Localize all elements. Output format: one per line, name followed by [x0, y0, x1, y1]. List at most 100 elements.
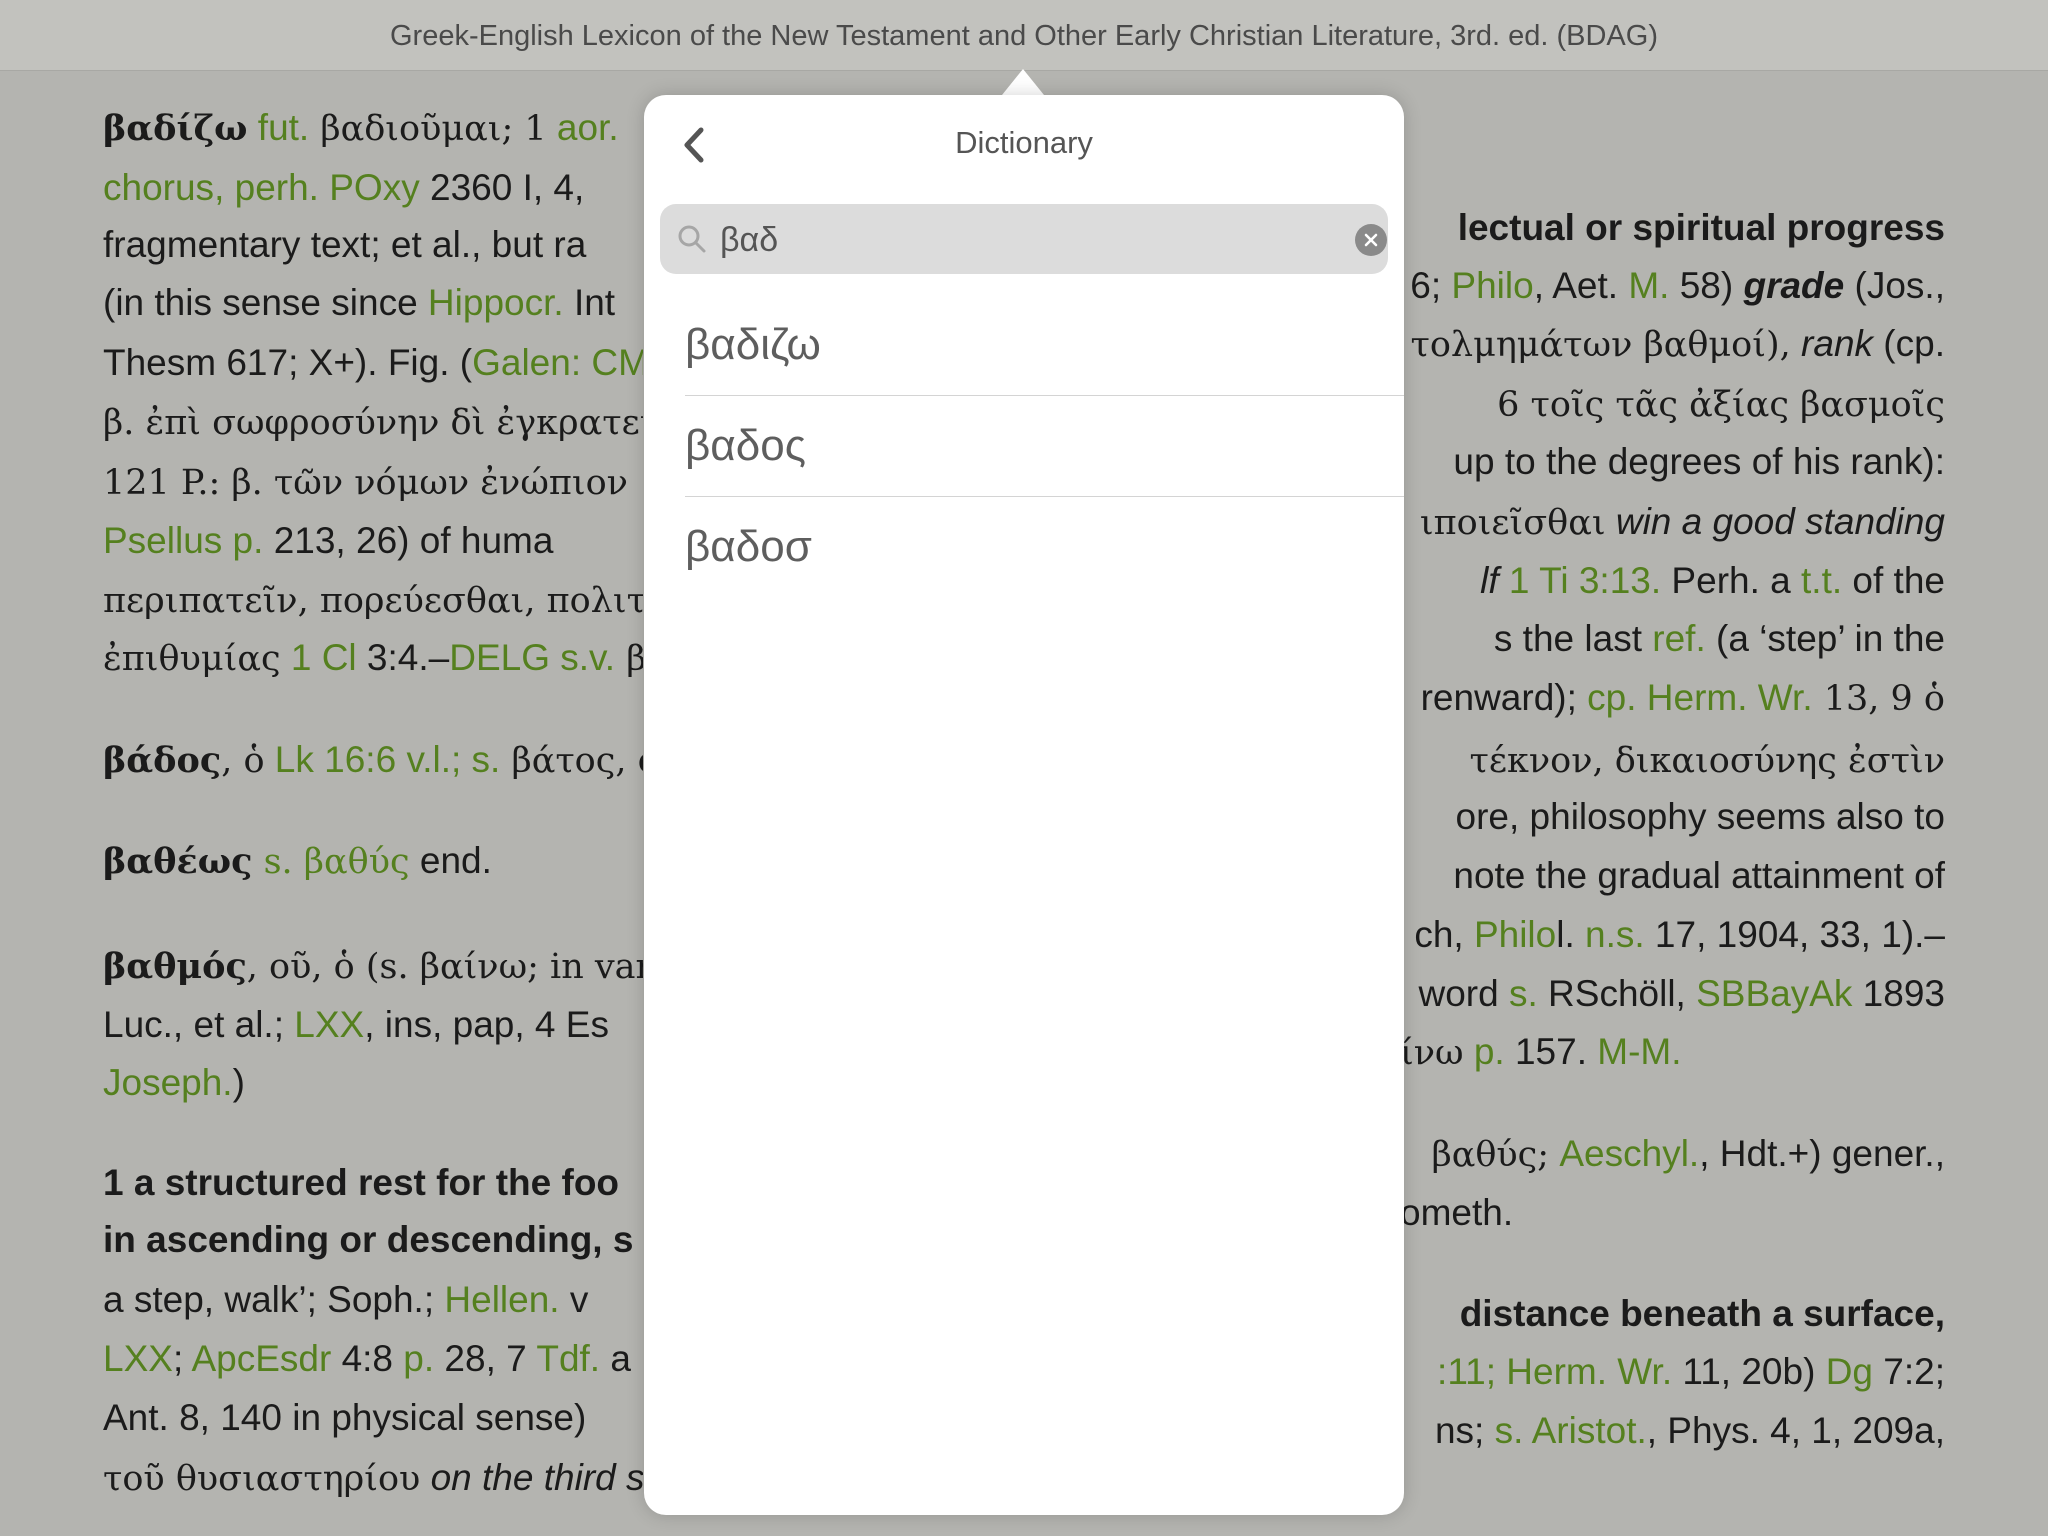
entry-text: ns;	[1434, 1410, 1485, 1451]
cross-reference-link[interactable]: Dg	[1815, 1351, 1873, 1392]
left-text-line: a step, walk’; Soph.; Hellen. v	[103, 1274, 643, 1328]
cross-reference-link[interactable]: LXX	[284, 1004, 364, 1045]
cross-reference-link[interactable]: , perh.	[214, 167, 319, 208]
cross-reference-link[interactable]: : CM	[571, 342, 643, 383]
entry-text: βαθμός	[103, 946, 247, 987]
entry-text: renward);	[1420, 677, 1577, 718]
cross-reference-link[interactable]: Joseph.	[103, 1062, 233, 1103]
document-title-bar: Greek-English Lexicon of the New Testame…	[0, 0, 2048, 71]
cross-reference-link[interactable]: n.s.	[1575, 914, 1645, 955]
right-text-line: ch, Philol. n.s. 17, 1904, 33, 1).–	[1400, 909, 1945, 963]
entry-text: ometh.	[1400, 1192, 1514, 1233]
cross-reference-link[interactable]: DELG s.v.	[449, 637, 615, 678]
cross-reference-link[interactable]: ApcEsdr	[183, 1338, 331, 1379]
cross-reference-link[interactable]: s.	[1499, 973, 1538, 1014]
cross-reference-link[interactable]: chorus	[103, 167, 214, 208]
cross-reference-link[interactable]: cp. Herm. Wr.	[1577, 677, 1812, 718]
cross-reference-link[interactable]: Philo	[1464, 914, 1556, 955]
result-item[interactable]: βαδοσ	[685, 497, 1404, 597]
left-text-line: chorus, perh. POxy 2360 I, 4,	[103, 162, 643, 216]
entry-text: v	[559, 1279, 589, 1320]
entry-text: ίνω	[1400, 1033, 1464, 1073]
left-text-line: Joseph.)	[103, 1057, 643, 1111]
entry-text: note the gradual attainment of	[1453, 855, 1945, 896]
entry-text: βαδιοῦμαι; 1	[309, 109, 547, 149]
entry-text: τέκνον, δικαιοσύνης ἐστὶν	[1469, 741, 1945, 781]
entry-text: 11, 20b)	[1672, 1351, 1816, 1392]
entry-text: on the third s	[420, 1457, 643, 1498]
entry-text: ch,	[1414, 914, 1464, 955]
cross-reference-link[interactable]: :11; Herm. Wr.	[1437, 1351, 1672, 1392]
left-text-line: β. ἐπὶ σωφροσύνην δὶ ἐγκρατεί	[103, 396, 643, 450]
cross-reference-link[interactable]: Tdf.	[527, 1338, 600, 1379]
entry-text: βάτος, ὁ.	[511, 741, 643, 781]
entry-text: Ant. 8, 140 in physical sense)	[103, 1397, 587, 1438]
entry-text: , ὁ	[221, 741, 265, 781]
right-text-line: ometh.	[1400, 1187, 1945, 1241]
cross-reference-link[interactable]: 1 Cl	[281, 637, 357, 678]
cross-reference-link[interactable]: s. βαθύς	[252, 842, 410, 882]
entry-text: 4:8	[331, 1338, 394, 1379]
cross-reference-link[interactable]: Lk 16:6 v.l.; s.	[265, 739, 501, 780]
cross-reference-link[interactable]: Aeschyl.	[1549, 1133, 1699, 1174]
entry-text: βαθύς;	[1431, 1135, 1550, 1175]
clear-search-button[interactable]	[1355, 224, 1387, 256]
search-icon	[678, 225, 706, 253]
entry-text: , ins, pap, 4 Es	[364, 1004, 609, 1045]
entry-text: lf	[1480, 560, 1499, 601]
entry-text: , Phys. 4, 1, 209a,	[1646, 1410, 1945, 1451]
cross-reference-link[interactable]: M.	[1618, 265, 1669, 306]
entry-text: word	[1418, 973, 1499, 1014]
cross-reference-link[interactable]: POxy	[319, 167, 419, 208]
left-text-line: βαθμός, οῦ, ὁ (s. βαίνω; in vari	[103, 940, 643, 994]
right-text-line: 6; Philo, Aet. M. 58) grade (Jos.,	[1400, 260, 1945, 314]
entry-text: lectual or spiritual progress	[1457, 207, 1945, 248]
right-text-line: lectual or spiritual progress	[1400, 202, 1945, 256]
cross-reference-link[interactable]: p.	[393, 1338, 434, 1379]
left-text-line: (in this sense since Hippocr. Int	[103, 277, 643, 331]
cross-reference-link[interactable]: ref.	[1642, 618, 1705, 659]
cross-reference-link[interactable]: p.	[1464, 1031, 1505, 1072]
cross-reference-link[interactable]: fut.	[248, 107, 309, 148]
cross-reference-link[interactable]: M-M.	[1587, 1031, 1681, 1072]
entry-text: 28, 7	[434, 1338, 527, 1379]
left-text-line: in ascending or descending, s	[103, 1214, 643, 1268]
right-text-line: :11; Herm. Wr. 11, 20b) Dg 7:2;	[1400, 1346, 1945, 1400]
right-text-line: τέκνον, δικαιοσύνης ἐστὶν	[1400, 734, 1945, 788]
popover-arrow	[1002, 69, 1044, 95]
entry-text: Thesm 617; X+). Fig. (	[103, 342, 473, 383]
entry-text: (in this sense since	[103, 282, 418, 323]
cross-reference-link[interactable]: p.	[222, 520, 264, 561]
cross-reference-link[interactable]: t.t.	[1791, 560, 1842, 601]
left-text-line: LXX; ApcEsdr 4:8 p. 28, 7 Tdf. a	[103, 1333, 643, 1387]
entry-text: Luc., et al.;	[103, 1004, 284, 1045]
entry-text: 2360 I, 4,	[419, 167, 585, 208]
entry-text: , Aet.	[1533, 265, 1619, 306]
entry-text: end.	[409, 840, 492, 881]
cross-reference-link[interactable]: 1 Ti 3:13.	[1499, 560, 1661, 601]
entry-text: τολμημάτων βαθμοί),	[1410, 325, 1791, 365]
entry-text: a	[600, 1338, 631, 1379]
cross-reference-link[interactable]: Psellus	[103, 520, 222, 561]
search-input[interactable]	[718, 214, 1322, 266]
entry-text: a step, walk’; Soph.;	[103, 1279, 435, 1320]
entry-text: βάδος	[103, 740, 222, 781]
cross-reference-link[interactable]: SBBayAk	[1686, 973, 1852, 1014]
cross-reference-link[interactable]: Hellen.	[434, 1279, 559, 1320]
cross-reference-link[interactable]: Philo	[1441, 265, 1533, 306]
entry-text: of the	[1842, 560, 1945, 601]
entry-text: 58)	[1669, 265, 1734, 306]
entry-text: 13, 9 ὁ	[1812, 679, 1945, 719]
result-item[interactable]: βαδιζω	[685, 295, 1404, 396]
left-text-line: ἐπιθυμίας 1 Cl 3:4.–DELG s.v. βαί	[103, 632, 643, 686]
cross-reference-link[interactable]: LXX	[103, 1338, 173, 1379]
entry-text: distance beneath a surface,	[1459, 1293, 1945, 1334]
cross-reference-link[interactable]: Galen	[472, 342, 571, 383]
result-item[interactable]: βαδος	[685, 396, 1404, 497]
right-text-line: ore, philosophy seems also to	[1400, 791, 1946, 845]
cross-reference-link[interactable]: aor.	[547, 107, 619, 148]
cross-reference-link[interactable]: s. Aristot.	[1484, 1410, 1647, 1451]
cross-reference-link[interactable]: Hippocr.	[418, 282, 564, 323]
entry-text: 121 P.: β. τῶν νόμων ἐνώπιον	[103, 463, 628, 503]
entry-text: win a good standing	[1605, 501, 1945, 542]
